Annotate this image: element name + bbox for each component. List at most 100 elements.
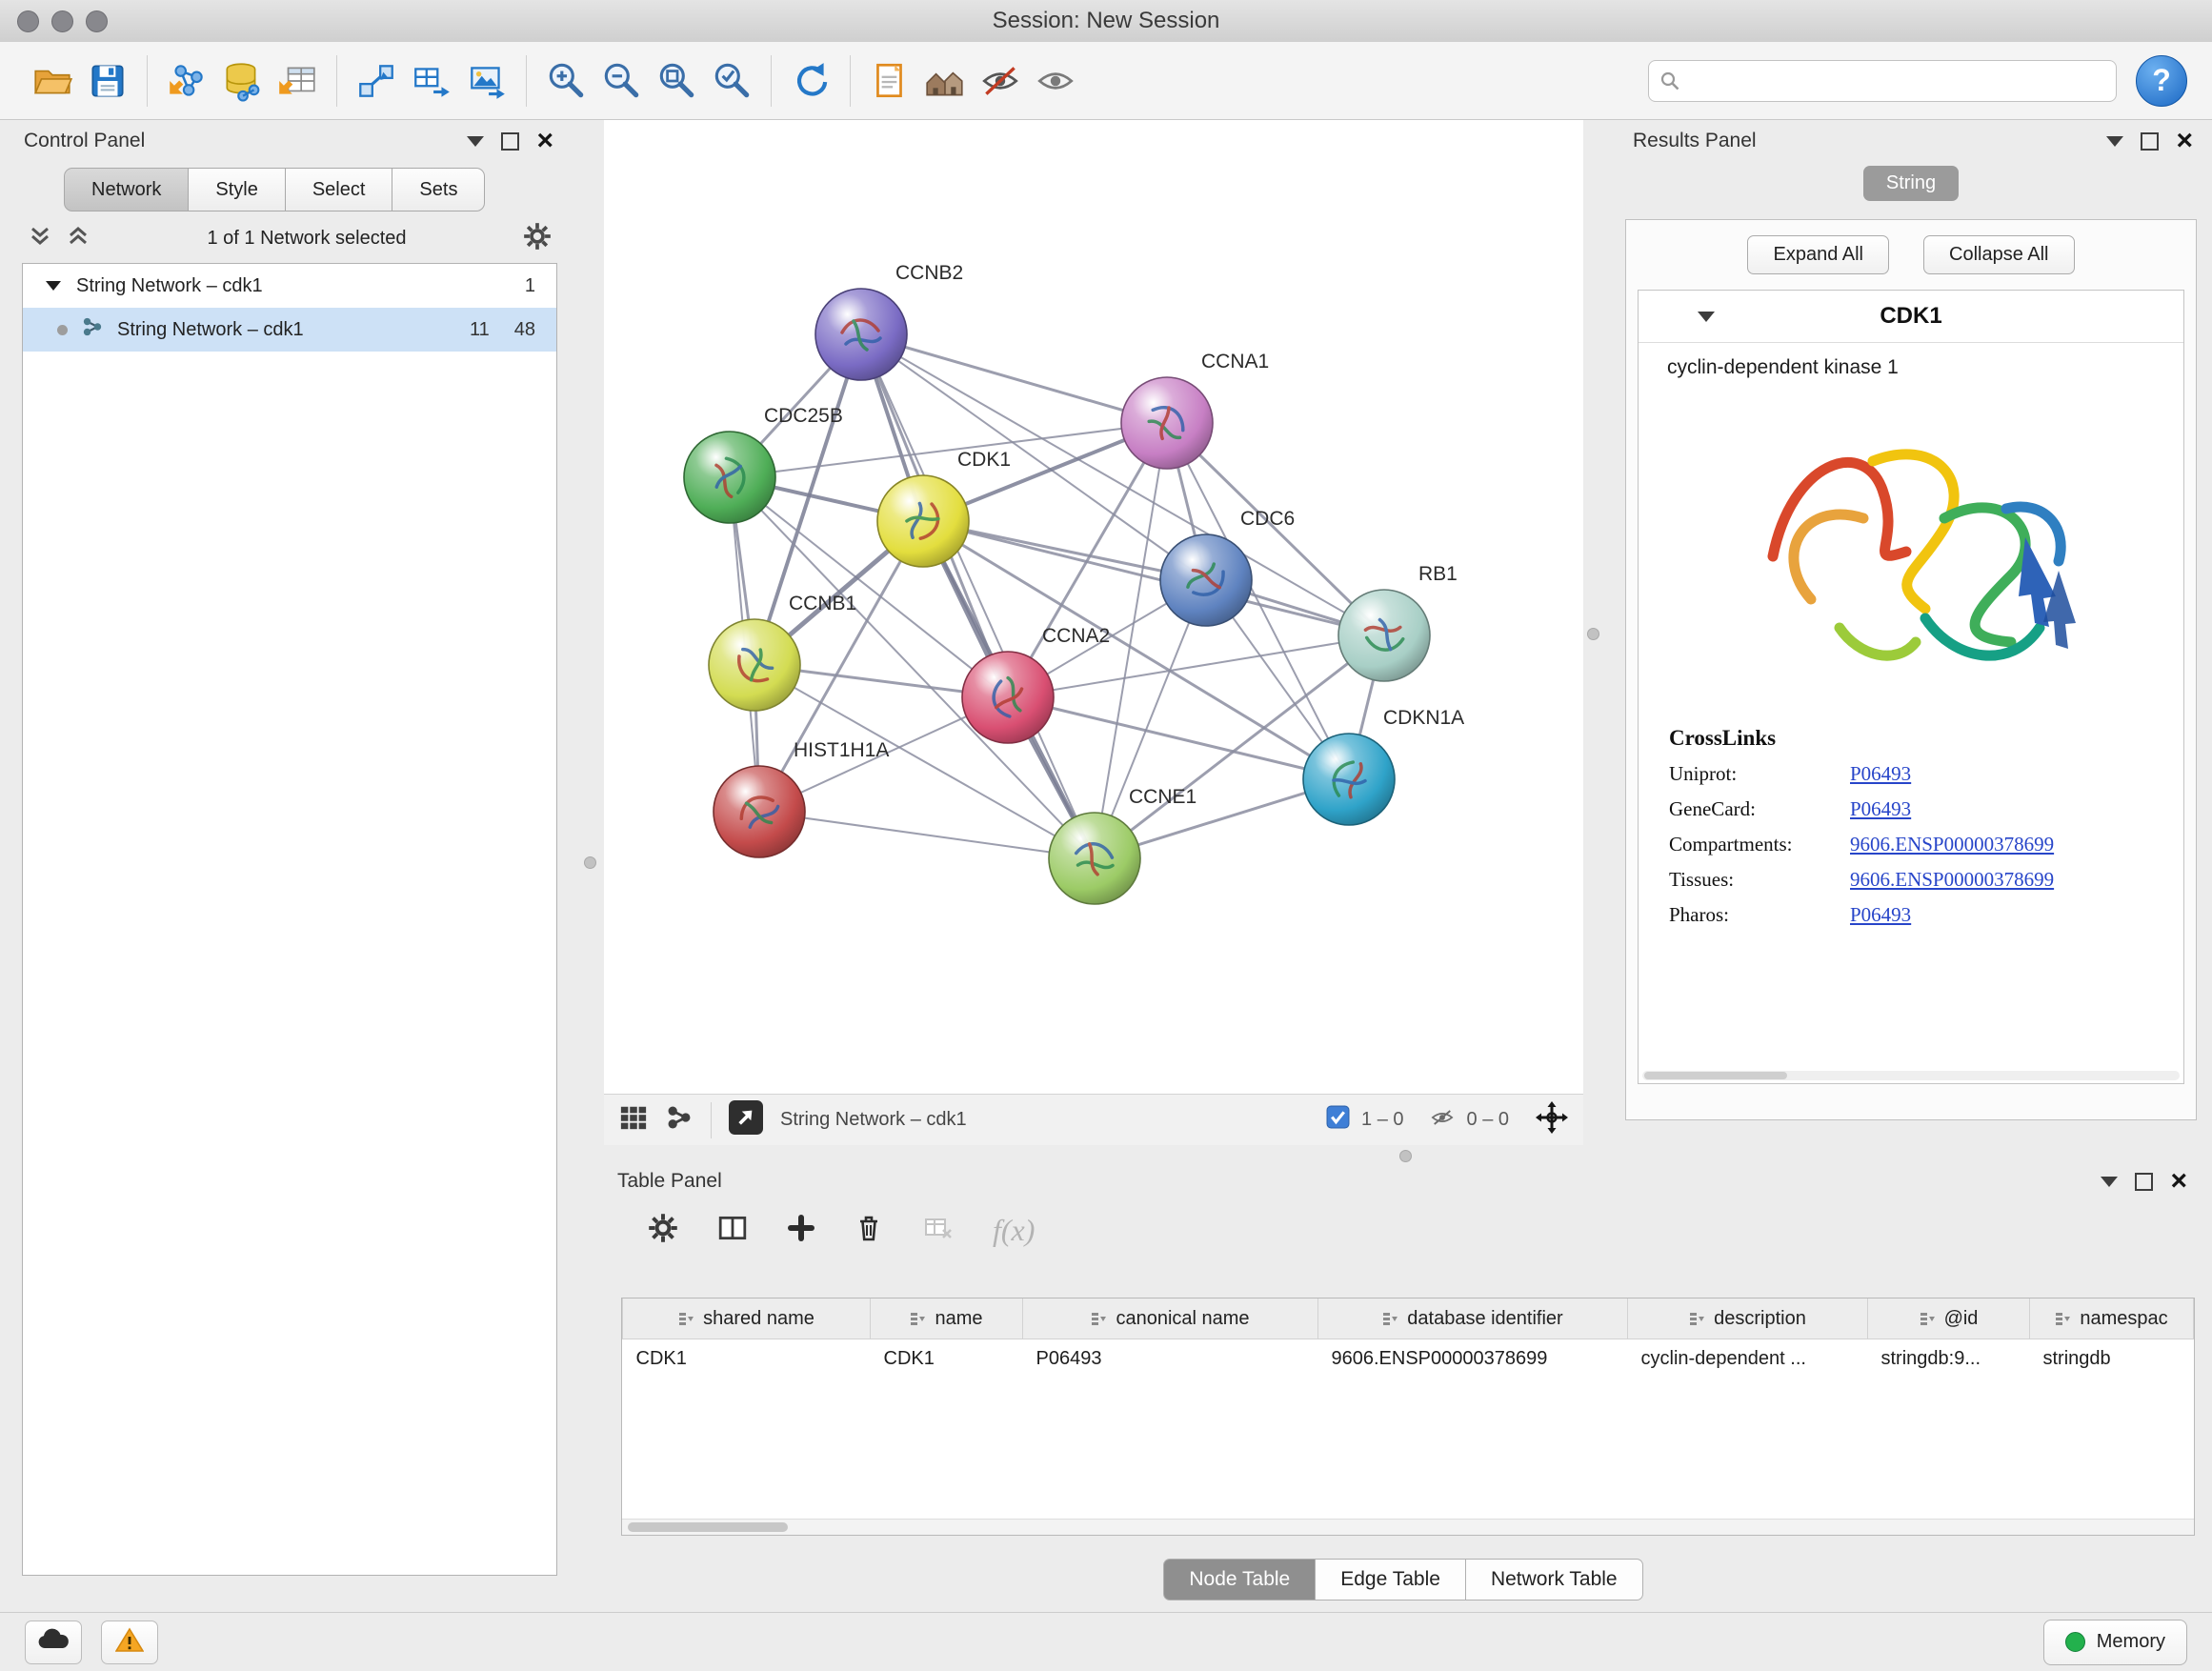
column-header-canonical-name[interactable]: canonical name bbox=[1023, 1299, 1318, 1339]
results-scrollbar[interactable] bbox=[1642, 1071, 2180, 1080]
export-image-icon[interactable] bbox=[459, 52, 514, 110]
help-icon[interactable]: ? bbox=[2136, 55, 2187, 107]
table-cell[interactable]: 9606.ENSP00000378699 bbox=[1318, 1339, 1628, 1377]
panel-menu-icon[interactable] bbox=[2106, 136, 2123, 147]
collapse-all-networks-icon[interactable] bbox=[66, 226, 90, 252]
memory-button[interactable]: Memory bbox=[2043, 1620, 2187, 1665]
tab-select[interactable]: Select bbox=[286, 168, 393, 211]
expand-all-networks-icon[interactable] bbox=[28, 226, 52, 252]
network-edge[interactable] bbox=[861, 334, 1167, 423]
network-edge[interactable] bbox=[1008, 697, 1349, 779]
network-row-selected[interactable]: String Network – cdk1 11 48 bbox=[23, 308, 556, 352]
delete-column-trash-icon[interactable] bbox=[854, 1213, 884, 1248]
collapse-all-button[interactable]: Collapse All bbox=[1923, 235, 2075, 274]
close-panel-icon[interactable]: × bbox=[536, 127, 553, 155]
network-node-RB1[interactable]: RB1 bbox=[1338, 563, 1458, 681]
panel-menu-icon[interactable] bbox=[2101, 1177, 2118, 1187]
add-column-icon[interactable] bbox=[787, 1214, 815, 1247]
crosslink-link[interactable]: P06493 bbox=[1850, 903, 1911, 927]
table-cell[interactable]: P06493 bbox=[1023, 1339, 1318, 1377]
table-cell[interactable]: CDK1 bbox=[871, 1339, 1023, 1377]
zoom-out-icon[interactable] bbox=[593, 52, 649, 110]
column-header-database-identifier[interactable]: database identifier bbox=[1318, 1299, 1628, 1339]
zoom-in-icon[interactable] bbox=[538, 52, 593, 110]
warnings-button[interactable] bbox=[101, 1621, 158, 1664]
column-header-namespac[interactable]: namespac bbox=[2030, 1299, 2194, 1339]
tab-network[interactable]: Network bbox=[64, 168, 189, 211]
table-cell[interactable]: stringdb bbox=[2030, 1339, 2194, 1377]
gene-collapse-icon[interactable] bbox=[1698, 312, 1715, 322]
search-input[interactable] bbox=[1648, 60, 2117, 102]
detach-view-icon[interactable] bbox=[729, 1100, 763, 1140]
new-table-from-network-icon[interactable] bbox=[404, 52, 459, 110]
panel-menu-icon[interactable] bbox=[467, 136, 484, 147]
table-cell[interactable]: stringdb:9... bbox=[1868, 1339, 2030, 1377]
float-panel-icon[interactable] bbox=[2135, 1173, 2153, 1191]
table-cell[interactable]: CDK1 bbox=[623, 1339, 871, 1377]
network-node-CDKN1A[interactable]: CDKN1A bbox=[1303, 707, 1464, 825]
minimize-window-button[interactable] bbox=[51, 10, 73, 32]
table-options-gear-icon[interactable] bbox=[648, 1213, 678, 1248]
birds-eye-view-icon[interactable] bbox=[917, 52, 973, 110]
table-horizontal-scrollbar[interactable] bbox=[622, 1519, 2194, 1535]
network-node-CCNB2[interactable]: CCNB2 bbox=[815, 262, 963, 380]
import-table-from-file-icon[interactable] bbox=[270, 52, 325, 110]
column-header--id[interactable]: @id bbox=[1868, 1299, 2030, 1339]
pan-crosshair-icon[interactable] bbox=[1536, 1101, 1568, 1139]
tab-node-table[interactable]: Node Table bbox=[1163, 1559, 1316, 1601]
expand-all-button[interactable]: Expand All bbox=[1747, 235, 1889, 274]
zoom-selected-icon[interactable] bbox=[704, 52, 759, 110]
close-window-button[interactable] bbox=[17, 10, 39, 32]
table-row[interactable]: CDK1CDK1P064939606.ENSP00000378699cyclin… bbox=[623, 1339, 2194, 1377]
table-cell[interactable]: cyclin-dependent ... bbox=[1628, 1339, 1868, 1377]
network-node-CDK1[interactable]: CDK1 bbox=[877, 449, 1011, 567]
crosslink-link[interactable]: 9606.ENSP00000378699 bbox=[1850, 868, 2054, 892]
close-panel-icon[interactable]: × bbox=[2176, 127, 2193, 155]
crosslink-link[interactable]: P06493 bbox=[1850, 797, 1911, 821]
column-header-description[interactable]: description bbox=[1628, 1299, 1868, 1339]
show-graphics-details-icon[interactable] bbox=[862, 52, 917, 110]
network-edge[interactable] bbox=[923, 521, 1384, 635]
tab-string[interactable]: String bbox=[1863, 166, 1959, 201]
cloud-status-button[interactable] bbox=[25, 1621, 82, 1664]
grid-view-icon[interactable] bbox=[619, 1103, 648, 1137]
network-edge[interactable] bbox=[754, 334, 861, 665]
apply-layout-icon[interactable] bbox=[783, 52, 838, 110]
network-node-CCNA1[interactable]: CCNA1 bbox=[1121, 351, 1269, 469]
show-columns-icon[interactable] bbox=[716, 1213, 749, 1248]
collection-expand-icon[interactable] bbox=[46, 281, 61, 291]
crosslink-link[interactable]: 9606.ENSP00000378699 bbox=[1850, 833, 2054, 856]
network-options-gear-icon[interactable] bbox=[523, 222, 552, 255]
float-panel-icon[interactable] bbox=[501, 132, 519, 151]
show-all-panels-icon[interactable] bbox=[1028, 52, 1083, 110]
vertical-splitter-left[interactable] bbox=[584, 856, 596, 869]
hidden-eye-slash-icon[interactable] bbox=[1429, 1104, 1456, 1137]
close-panel-icon[interactable]: × bbox=[2170, 1167, 2187, 1196]
network-node-CCNB1[interactable]: CCNB1 bbox=[709, 593, 856, 711]
open-session-icon[interactable] bbox=[25, 52, 80, 110]
horizontal-splitter[interactable] bbox=[1399, 1150, 1412, 1162]
maximize-window-button[interactable] bbox=[86, 10, 108, 32]
column-header-shared-name[interactable]: shared name bbox=[623, 1299, 871, 1339]
selected-checkbox-icon[interactable] bbox=[1326, 1105, 1350, 1135]
network-share-view-icon[interactable] bbox=[665, 1103, 694, 1137]
network-node-HIST1H1A[interactable]: HIST1H1A bbox=[714, 739, 889, 857]
zoom-fit-content-icon[interactable] bbox=[649, 52, 704, 110]
column-header-name[interactable]: name bbox=[871, 1299, 1023, 1339]
float-panel-icon[interactable] bbox=[2141, 132, 2159, 151]
network-view-canvas[interactable]: CCNB2CCNA1CDC25BCDK1CDC6RB1CCNB1CCNA2CDK… bbox=[604, 120, 1583, 1094]
hide-all-panels-icon[interactable] bbox=[973, 52, 1028, 110]
network-collection-row[interactable]: String Network – cdk1 1 bbox=[23, 264, 556, 308]
import-network-from-file-icon[interactable] bbox=[159, 52, 214, 110]
network-from-selection-icon[interactable] bbox=[349, 52, 404, 110]
crosslink-link[interactable]: P06493 bbox=[1850, 762, 1911, 786]
tab-network-table[interactable]: Network Table bbox=[1466, 1559, 1643, 1601]
vertical-splitter-right[interactable] bbox=[1587, 628, 1599, 640]
save-session-icon[interactable] bbox=[80, 52, 135, 110]
network-edge[interactable] bbox=[861, 334, 1095, 858]
tab-edge-table[interactable]: Edge Table bbox=[1316, 1559, 1466, 1601]
import-network-from-database-icon[interactable] bbox=[214, 52, 270, 110]
tab-sets[interactable]: Sets bbox=[392, 168, 485, 211]
network-edge[interactable] bbox=[759, 812, 1095, 858]
tab-style[interactable]: Style bbox=[189, 168, 285, 211]
